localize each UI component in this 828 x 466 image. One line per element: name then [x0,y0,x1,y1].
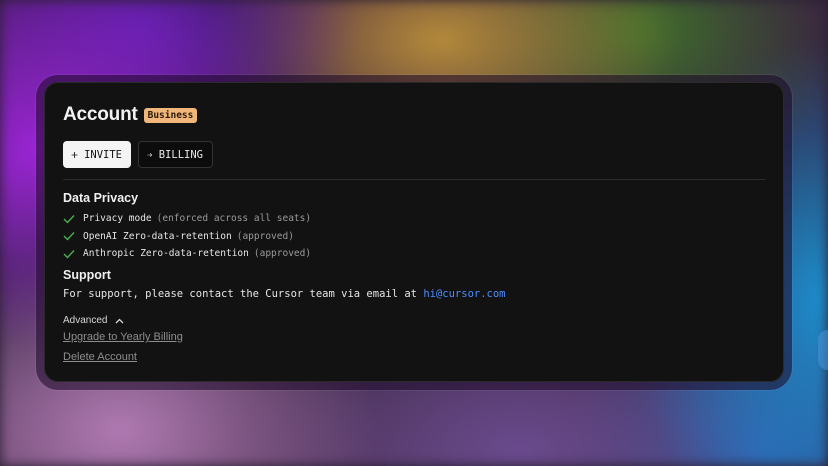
section-divider [63,179,765,180]
plus-icon [71,151,78,158]
check-icon [63,232,75,241]
chevron-up-icon [116,318,124,323]
list-item: OpenAI Zero-data-retention (approved) [63,228,311,246]
data-privacy-heading: Data Privacy [63,191,139,205]
invite-button[interactable]: INVITE [63,141,131,168]
privacy-item-label: OpenAI Zero-data-retention [83,230,232,242]
privacy-item-note: (approved) [236,230,294,242]
check-icon [63,214,75,224]
privacy-item-note: (enforced across all seats) [156,213,312,225]
plan-badge: Business [143,107,198,123]
support-heading: Support [63,268,111,282]
edge-glow [818,330,828,370]
action-buttons: INVITE BILLING [63,141,213,168]
privacy-item-label: Anthropic Zero-data-retention [83,248,249,260]
list-item: Privacy mode (enforced across all seats) [63,210,311,228]
support-text: For support, please contact the Cursor t… [63,288,506,300]
support-message: For support, please contact the Cursor t… [63,288,424,300]
support-email-link[interactable]: hi@cursor.com [423,288,505,300]
delete-account-link[interactable]: Delete Account [63,351,137,363]
check-icon [63,249,75,259]
account-panel: Account Business INVITE BILLING Data Pri… [44,82,784,382]
privacy-list: Privacy mode (enforced across all seats)… [63,210,311,263]
list-item: Anthropic Zero-data-retention (approved) [63,245,311,263]
upgrade-yearly-link[interactable]: Upgrade to Yearly Billing [63,331,183,343]
billing-button[interactable]: BILLING [138,141,213,168]
page-title: Account [63,104,138,125]
billing-label: BILLING [158,148,203,161]
privacy-item-label: Privacy mode [83,213,152,225]
arrow-right-icon [147,152,153,157]
advanced-toggle[interactable]: Advanced [63,315,124,326]
advanced-label: Advanced [63,315,108,326]
privacy-item-note: (approved) [253,248,312,260]
invite-label: INVITE [84,148,122,161]
title-row: Account Business [63,104,198,126]
